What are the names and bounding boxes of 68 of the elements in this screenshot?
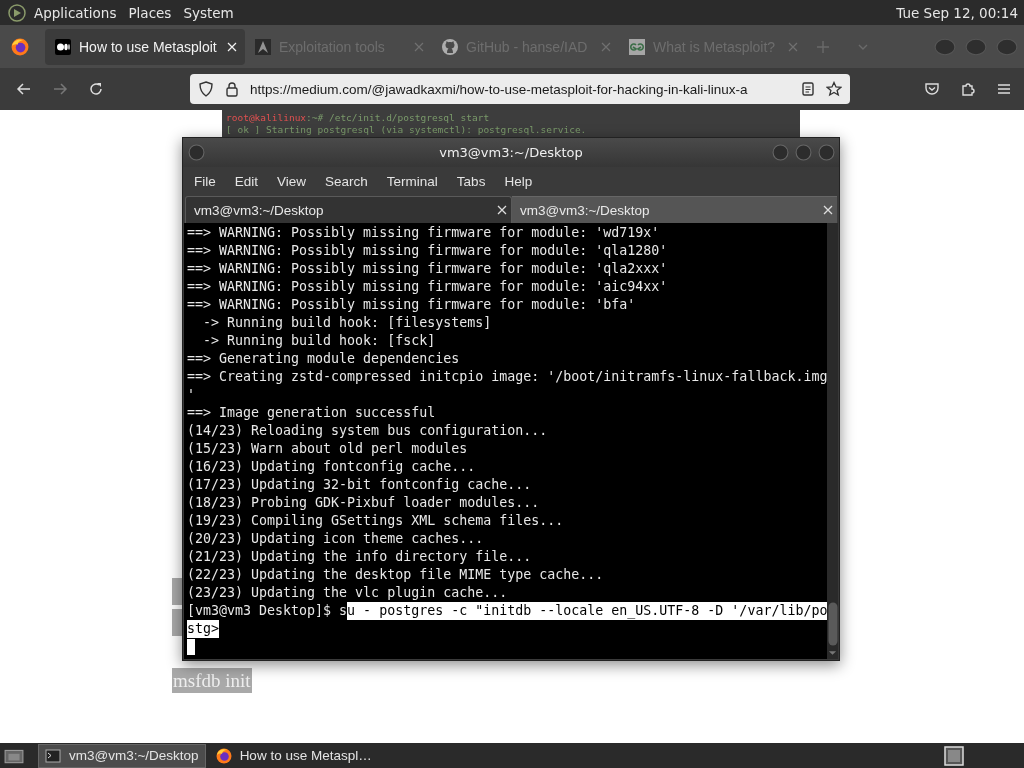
address-bar[interactable]: https://medium.com/@jawadkaxmi/how-to-use-metasploit-for-hacking-in-kali-linux-a — [190, 74, 850, 104]
output-line: ==> Image generation successful — [187, 404, 437, 422]
command-line: [vm3@vm3 Desktop]$ su - postgres -c "initdb --locale en_US.UTF-8 -D '/var/lib/po — [187, 602, 828, 620]
menu-item[interactable]: Terminal — [386, 174, 438, 189]
text-cursor — [187, 639, 195, 655]
output-line: ==> WARNING: Possibly missing firmware for module: 'wd719x' — [187, 224, 661, 242]
menu-item[interactable]: Search — [325, 174, 368, 189]
output-line: ==> WARNING: Possibly missing firmware for module: 'aic94xx' — [187, 278, 669, 296]
output-line: (17/23) Updating 32-bit fontconfig cache... — [187, 476, 533, 494]
forward-arrow-icon[interactable] — [52, 81, 68, 97]
output-line: (19/23) Compiling GSettings XML schema files... — [187, 512, 565, 530]
double-arc-logo-icon — [629, 38, 645, 55]
output-line: (20/23) Updating icon theme caches... — [187, 530, 485, 548]
output-line: ==> Creating zstd-compressed initcpio image: '/boot/initramfs-linux-fallback.img — [187, 368, 828, 386]
output-line: (14/23) Reloading system bus configuration... — [187, 422, 549, 440]
output-line: (18/23) Probing GDK-Pixbuf loader modules... — [187, 494, 541, 512]
triangle-logo-icon — [255, 38, 271, 55]
medium-logo-icon — [55, 38, 71, 55]
output-line: (22/23) Updating the desktop file MIME type cache... — [187, 566, 605, 584]
firefox-logo-icon — [215, 747, 232, 764]
output-line: (23/23) Updating the vlc plugin cache... — [187, 584, 509, 602]
menu-item[interactable]: View — [277, 174, 307, 189]
github-logo-icon — [442, 38, 458, 55]
output-line: -> Running build hook: [filesystems] — [202, 314, 493, 332]
selected-text: msfdb init — [172, 668, 252, 693]
scroll-down-arrow-icon[interactable] — [828, 650, 838, 656]
workspace-switcher-icon[interactable] — [944, 745, 964, 766]
menu-item[interactable]: Help — [504, 174, 533, 189]
back-arrow-icon[interactable] — [16, 81, 32, 97]
clock: Tue Sep 12, 00:14 — [896, 4, 1018, 21]
shield-icon[interactable] — [198, 81, 214, 97]
taskbar-button[interactable]: How to use Metaspl… — [209, 744, 378, 767]
menu-item[interactable]: Tabs — [456, 174, 486, 189]
scrollbar[interactable] — [827, 223, 838, 659]
window-title: vm3@vm3:~/Desktop — [439, 145, 583, 160]
terminal-icon — [45, 747, 61, 764]
tab-title: How to use Metasploit — [79, 38, 218, 55]
terminal-tab[interactable]: vm3@vm3:~/Desktop — [512, 196, 837, 223]
menu-icon[interactable] — [996, 81, 1012, 97]
output-line: ==> WARNING: Possibly missing firmware for module: 'qla1280' — [187, 242, 669, 260]
taskbar-button[interactable]: vm3@vm3:~/Desktop — [38, 743, 206, 768]
padlock-icon[interactable] — [224, 81, 240, 97]
output-line: ==> Generating module dependencies — [187, 350, 461, 368]
output-line: ' — [187, 386, 196, 404]
output-line: -> Running build hook: [fsck] — [202, 332, 437, 350]
reload-icon[interactable] — [88, 81, 104, 97]
output-line: ==> WARNING: Possibly missing firmware for module: 'bfa' — [187, 296, 637, 314]
panel-menu[interactable]: Applications — [34, 4, 117, 21]
panel-menu[interactable]: Places — [128, 4, 172, 21]
scroll-thumb[interactable] — [827, 602, 838, 646]
kali-logo-icon[interactable] — [8, 3, 26, 22]
screenshot-line: [ ok ] Starting postgresql (via systemctl): postgresql.service. — [226, 124, 588, 136]
browser-tab[interactable]: How to use Metasploit — [45, 28, 245, 65]
output-line: (21/23) Updating the info directory file... — [187, 548, 533, 566]
firefox-logo-icon[interactable] — [11, 37, 29, 56]
menu-item[interactable]: File — [194, 174, 216, 189]
reader-view-icon[interactable] — [800, 81, 816, 97]
output-line: (16/23) Updating fontconfig cache... — [187, 458, 477, 476]
terminal-tab[interactable]: vm3@vm3:~/Desktop — [185, 196, 512, 223]
screenshot-line: root@kalilinux:~# /etc/init.d/postgresql start — [226, 112, 491, 124]
menu-item[interactable]: Edit — [234, 174, 259, 189]
puzzle-piece-icon[interactable] — [960, 81, 976, 97]
pocket-icon[interactable] — [924, 81, 940, 97]
output-line: ==> WARNING: Possibly missing firmware for module: 'qla2xxx' — [187, 260, 669, 278]
output-line: (15/23) Warn about old perl modules — [187, 440, 469, 458]
star-icon[interactable] — [826, 81, 842, 97]
panel-menu[interactable]: System — [183, 4, 234, 21]
url-text: https://medium.com/@jawadkaxmi/how-to-use-metasploit-for-hacking-in-kali-linux-a — [250, 81, 749, 97]
